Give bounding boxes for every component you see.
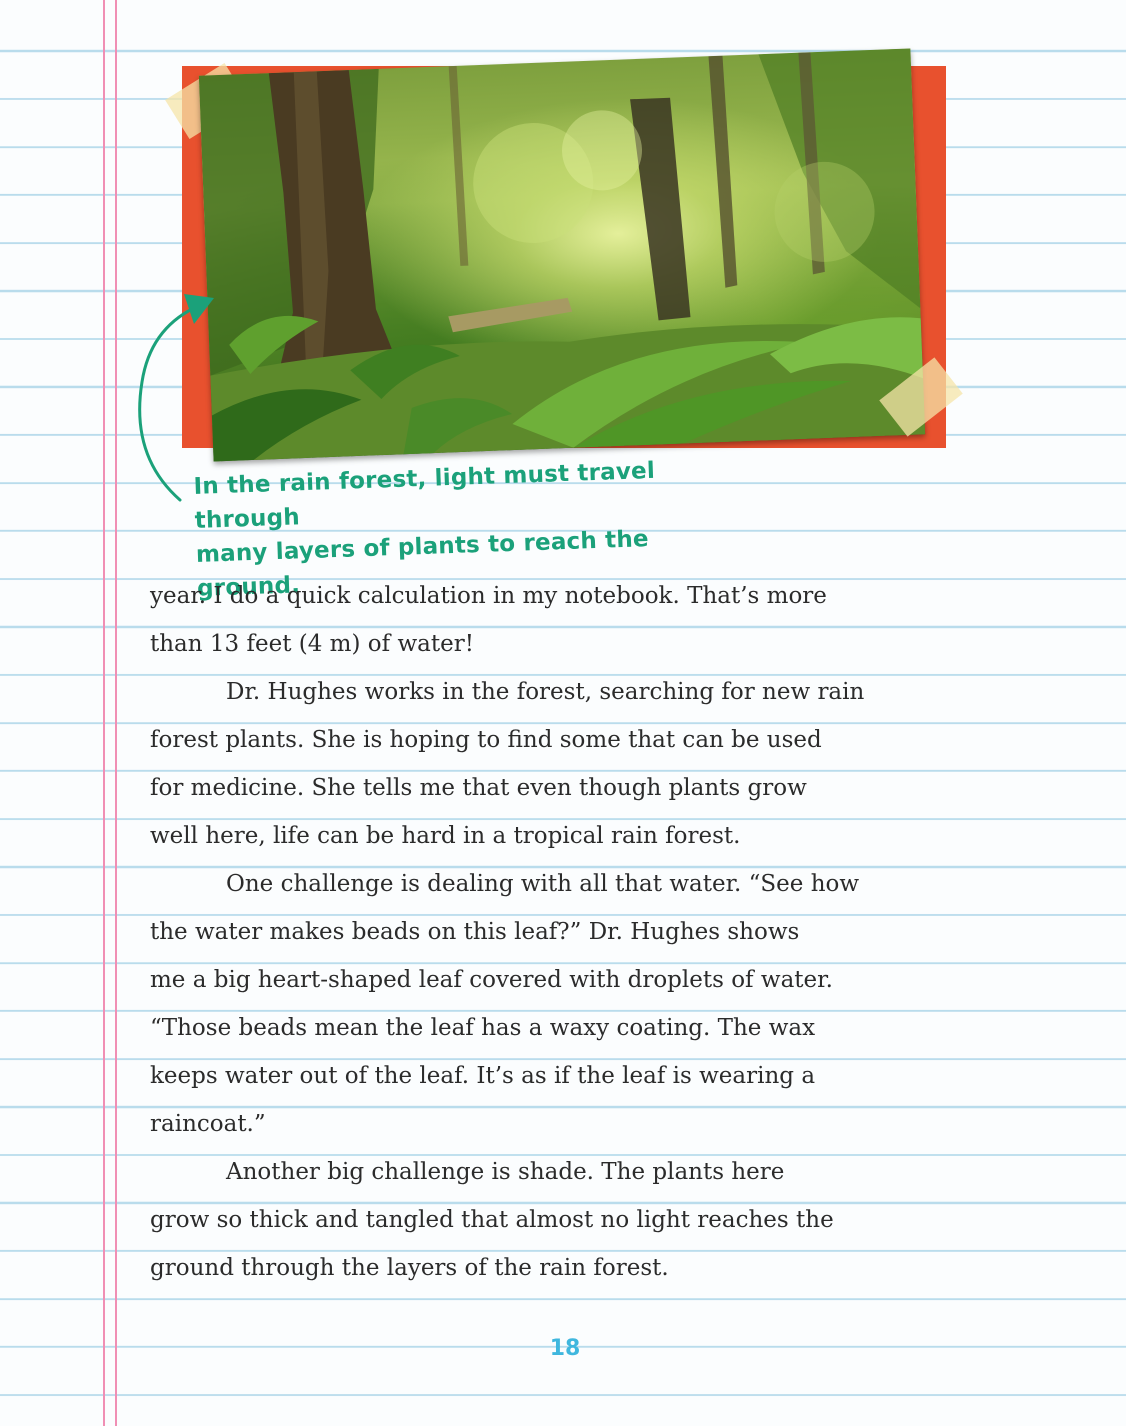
text-line: raincoat.” [150,1111,266,1137]
rain-forest-illustration [198,48,926,462]
text-line: “Those beads mean the leaf has a waxy co… [150,1015,816,1041]
text-line: me a big heart-shaped leaf covered with … [150,967,833,993]
paragraph: year. I do a quick calculation in my not… [150,572,980,668]
text-line: than 13 feet (4 m) of water! [150,631,474,657]
text-line: well here, life can be hard in a tropica… [150,823,741,849]
paragraph: Dr. Hughes works in the forest, searchin… [150,668,980,860]
text-line: Dr. Hughes works in the forest, searchin… [226,679,865,705]
text-line: Another big challenge is shade. The plan… [226,1159,785,1185]
text-line: One challenge is dealing with all that w… [226,871,860,897]
margin-line [103,0,105,1426]
margin-line [115,0,117,1426]
text-line: the water makes beads on this leaf?” Dr.… [150,919,800,945]
rain-forest-photo [198,48,926,462]
paragraph: One challenge is dealing with all that w… [150,860,980,1148]
paragraph: Another big challenge is shade. The plan… [150,1148,980,1292]
text-line: forest plants. She is hoping to find som… [150,727,822,753]
text-line: ground through the layers of the rain fo… [150,1255,669,1281]
text-line: grow so thick and tangled that almost no… [150,1207,834,1233]
text-line: year. I do a quick calculation in my not… [150,583,827,609]
page-number: 18 [549,1336,581,1361]
text-line: keeps water out of the leaf. It’s as if … [150,1063,816,1089]
body-text: year. I do a quick calculation in my not… [150,572,980,1292]
text-line: for medicine. She tells me that even tho… [150,775,807,801]
